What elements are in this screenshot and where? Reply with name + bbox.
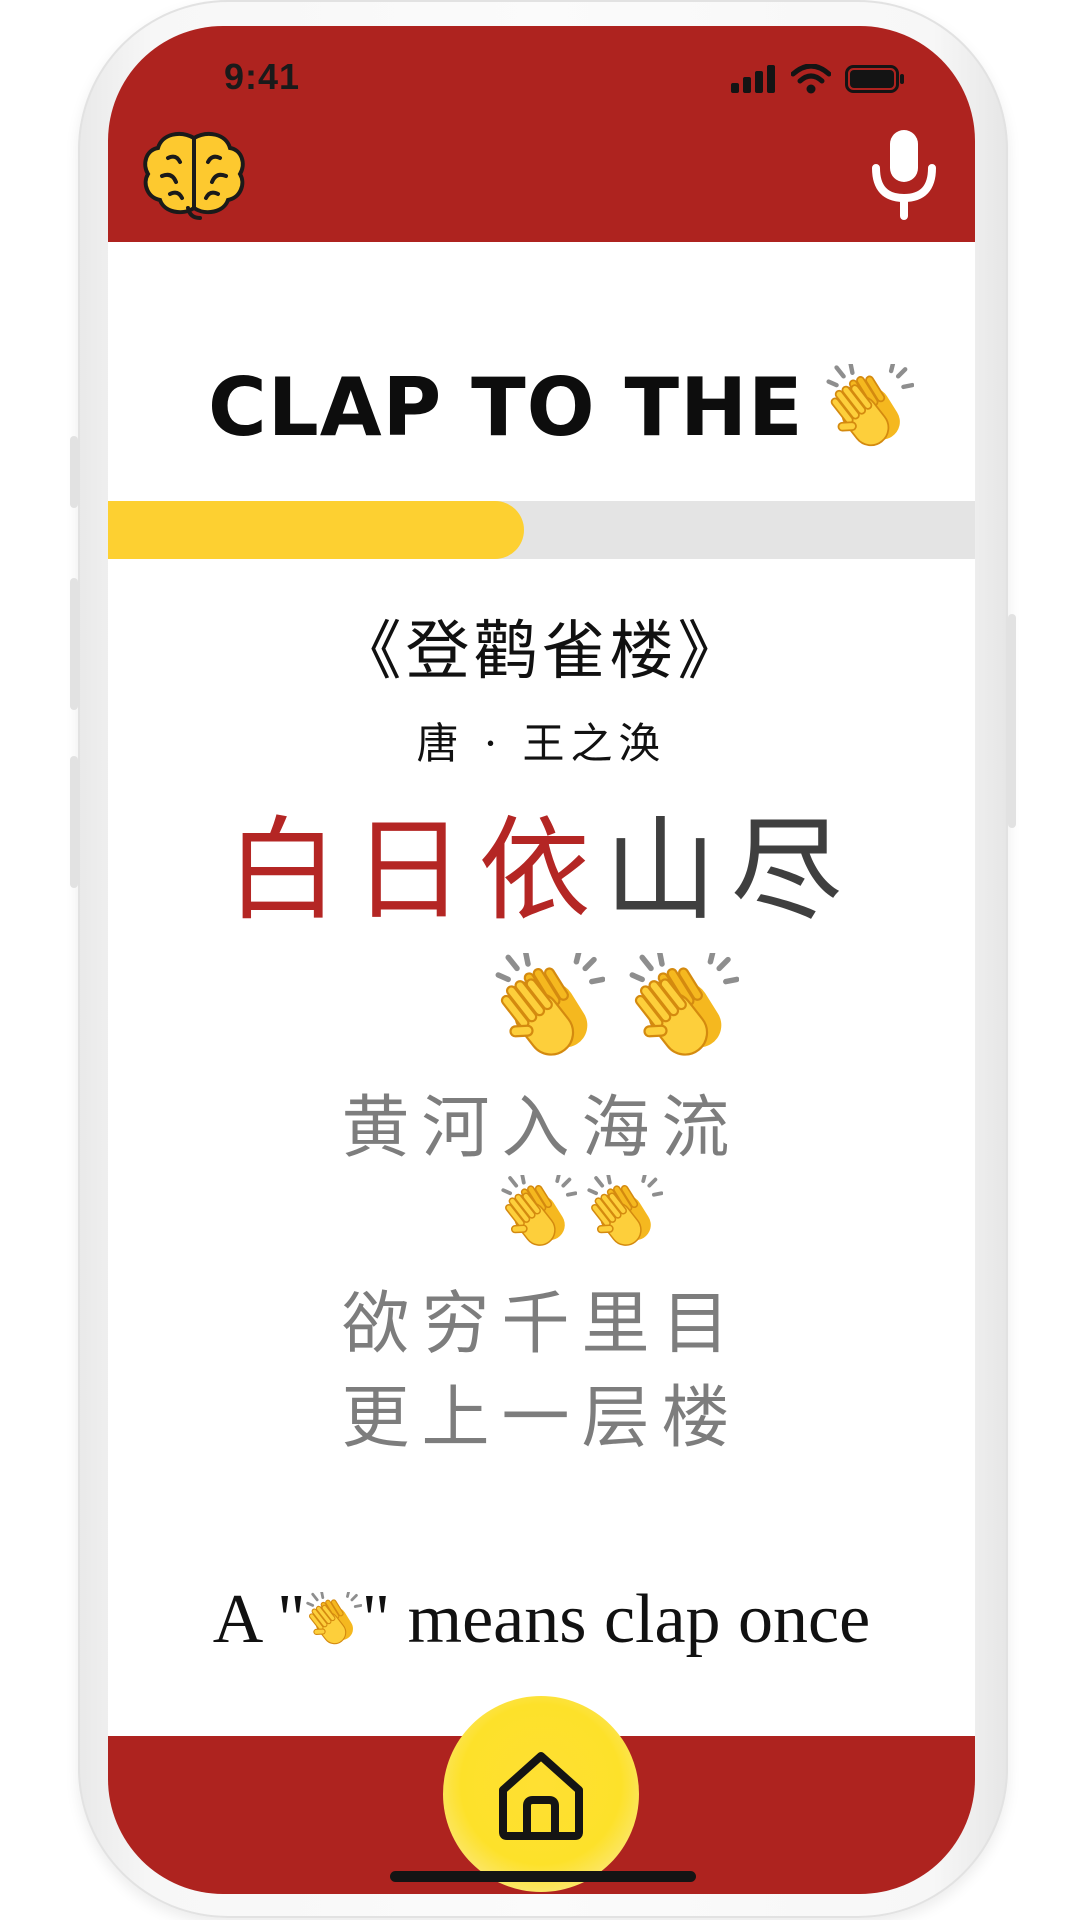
- battery-icon: [845, 65, 904, 93]
- recited-char: 依: [478, 806, 605, 936]
- poem-line-4: 更上一层楼: [341, 1379, 742, 1458]
- wifi-icon: [791, 64, 831, 94]
- poem-author: 唐 · 王之涣: [416, 719, 667, 768]
- pending-char: 山: [604, 806, 731, 936]
- volume-up-button: [70, 578, 78, 710]
- home-button[interactable]: [443, 1696, 639, 1892]
- poem-line-2: 黄河入海流: [341, 1089, 742, 1168]
- clapping-hands-icon: [629, 952, 739, 1064]
- cellular-signal-icon: [731, 65, 775, 93]
- home-icon: [499, 1752, 583, 1840]
- recited-char: 白: [226, 806, 353, 936]
- top-header: 9:41: [108, 26, 975, 242]
- microphone-icon[interactable]: [871, 128, 937, 224]
- power-button: [1008, 614, 1016, 828]
- mute-switch: [70, 436, 78, 508]
- clapping-hands-icon: [306, 1591, 362, 1649]
- clapping-hands-icon: [501, 1174, 577, 1252]
- phone-screen: 9:41 CLAP TO THE 《登鹳雀楼》 唐 · 王之涣 白日依山尽 黄河…: [108, 26, 975, 1894]
- clapping-hands-icon: [495, 952, 605, 1064]
- brain-icon[interactable]: [140, 128, 248, 220]
- progress-fill: [108, 501, 525, 559]
- progress-bar: [108, 501, 975, 559]
- poem-title: 《登鹳雀楼》: [337, 615, 746, 689]
- status-time: 9:41: [224, 56, 301, 97]
- clap-hint: A " " means clap once: [108, 1574, 975, 1660]
- clap-marker-row-1: [108, 952, 975, 1064]
- game-title: CLAP TO THE: [208, 362, 914, 454]
- hint-prefix: A ": [212, 1580, 306, 1658]
- pending-char: 尽: [730, 806, 857, 936]
- home-indicator[interactable]: [390, 1871, 696, 1882]
- clapping-hands-icon: [587, 1174, 663, 1252]
- volume-down-button: [70, 756, 78, 888]
- poem-line-3: 欲穷千里目: [341, 1285, 742, 1364]
- hint-suffix: " means clap once: [361, 1580, 871, 1658]
- clap-marker-row-2: [108, 1174, 975, 1252]
- recited-char: 日: [352, 806, 479, 936]
- clapping-hands-icon: [826, 362, 914, 454]
- status-icons: [731, 64, 905, 94]
- title-text: CLAP TO THE: [208, 361, 804, 454]
- app-stage: 9:41 CLAP TO THE 《登鹳雀楼》 唐 · 王之涣 白日依山尽 黄河…: [0, 0, 1080, 1920]
- poem-line-1: 白日依山尽: [108, 804, 975, 938]
